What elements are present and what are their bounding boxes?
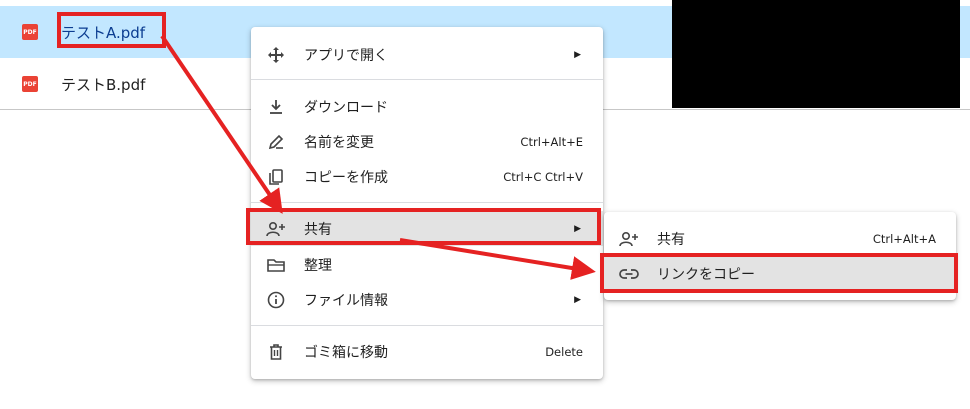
pdf-icon: PDF xyxy=(22,24,38,40)
menu-item-label: ダウンロード xyxy=(304,99,388,116)
menu-item-label: ゴミ箱に移動 xyxy=(304,344,388,361)
menu-item-label: ファイル情報 xyxy=(304,292,388,309)
menu-item-move-to-trash[interactable]: ゴミ箱に移動 Delete xyxy=(251,334,603,369)
menu-item-file-info[interactable]: ファイル情報 ▶ xyxy=(251,282,603,317)
menu-item-label: 共有 xyxy=(304,221,332,238)
submenu-arrow-icon: ▶ xyxy=(574,223,581,234)
menu-item-shortcut: Ctrl+Alt+E xyxy=(520,134,583,149)
menu-separator xyxy=(251,79,603,80)
menu-item-label: リンクをコピー xyxy=(657,266,755,283)
share-submenu: 共有 Ctrl+Alt+A リンクをコピー xyxy=(604,212,956,300)
submenu-item-copy-link[interactable]: リンクをコピー xyxy=(604,256,956,291)
menu-item-download[interactable]: ダウンロード xyxy=(251,89,603,124)
download-icon xyxy=(265,96,287,118)
share-icon xyxy=(265,218,287,240)
menu-separator xyxy=(251,325,603,326)
menu-item-share[interactable]: 共有 ▶ xyxy=(251,211,603,246)
file-name[interactable]: テストA.pdf xyxy=(61,22,145,43)
menu-item-label: アプリで開く xyxy=(304,47,388,64)
file-name[interactable]: テストB.pdf xyxy=(61,74,145,95)
submenu-item-share[interactable]: 共有 Ctrl+Alt+A xyxy=(604,221,956,256)
menu-item-organize[interactable]: 整理 ▶ xyxy=(251,247,603,282)
info-icon xyxy=(265,289,287,311)
redacted-area xyxy=(672,0,960,108)
rename-icon xyxy=(265,131,287,153)
context-menu: アプリで開く ▶ ダウンロード 名前を変更 Ctrl+Alt+E コピーを作成 … xyxy=(251,27,603,379)
menu-item-open-with[interactable]: アプリで開く ▶ xyxy=(251,37,603,72)
submenu-arrow-icon: ▶ xyxy=(574,294,581,305)
menu-item-shortcut: Ctrl+C Ctrl+V xyxy=(503,169,583,184)
trash-icon xyxy=(265,341,287,363)
submenu-arrow-icon: ▶ xyxy=(574,49,581,60)
share-icon xyxy=(618,228,640,250)
menu-item-shortcut: Delete xyxy=(545,344,583,359)
menu-item-shortcut: Ctrl+Alt+A xyxy=(872,231,936,246)
menu-separator xyxy=(251,202,603,203)
menu-item-make-copy[interactable]: コピーを作成 Ctrl+C Ctrl+V xyxy=(251,159,603,194)
copy-icon xyxy=(265,166,287,188)
folder-icon xyxy=(265,254,287,276)
pdf-icon: PDF xyxy=(22,76,38,92)
menu-item-rename[interactable]: 名前を変更 Ctrl+Alt+E xyxy=(251,124,603,159)
menu-item-label: コピーを作成 xyxy=(304,169,388,186)
menu-item-label: 整理 xyxy=(304,257,332,274)
menu-item-label: 共有 xyxy=(657,231,685,248)
submenu-arrow-icon: ▶ xyxy=(574,259,581,270)
link-icon xyxy=(618,263,640,285)
open-with-icon xyxy=(265,44,287,66)
menu-item-label: 名前を変更 xyxy=(304,134,374,151)
